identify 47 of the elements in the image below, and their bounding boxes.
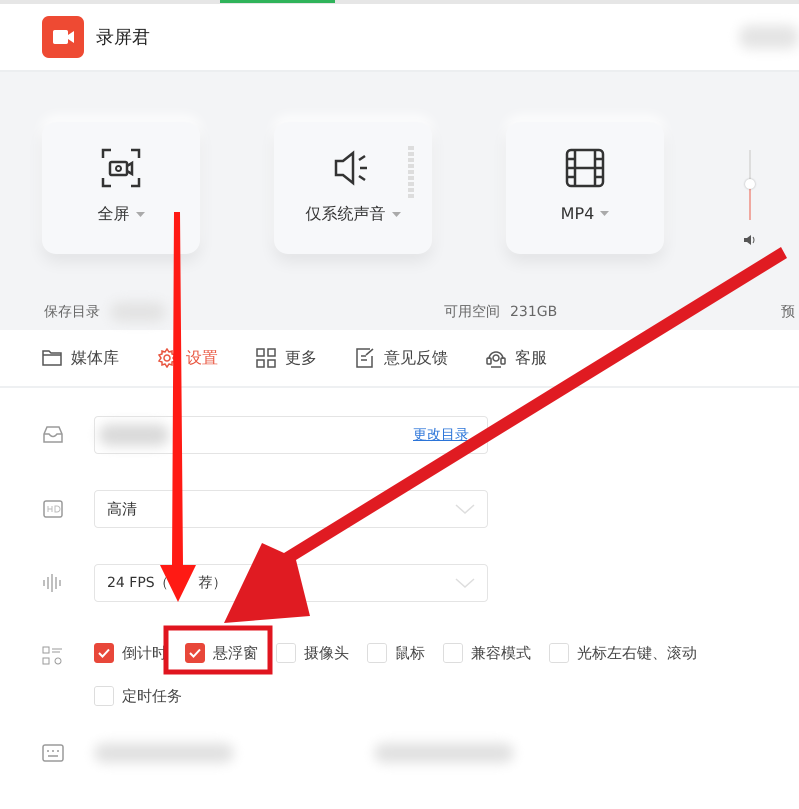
app-logo-icon [42, 16, 84, 58]
chevron-down-icon [455, 504, 475, 514]
directory-field[interactable]: 更改目录 [94, 416, 488, 454]
checkmark-icon [189, 648, 201, 658]
caret-icon [136, 212, 144, 217]
nav-tab[interactable]: 客服 [486, 348, 547, 368]
save-directory-label: 保存目录 [44, 303, 100, 321]
free-space-label: 可用空间 [444, 303, 500, 321]
grid-icon [256, 348, 276, 368]
mode-card[interactable]: 仅系统声音 [274, 122, 432, 254]
film-icon [565, 148, 605, 188]
options-icon [42, 646, 64, 666]
change-directory-link[interactable]: 更改目录 [413, 426, 469, 444]
mode-card[interactable]: 全屏 [42, 122, 200, 254]
mode-label: 仅系统声音 [306, 204, 386, 225]
quality-dropdown[interactable]: 高清 [94, 490, 488, 528]
speaker-icon [743, 234, 757, 246]
checkbox-label: 摄像头 [304, 644, 349, 662]
preset-label: 预 [781, 303, 795, 321]
chevron-down-icon [455, 578, 475, 588]
inbox-icon [42, 426, 64, 444]
checkbox-label: 鼠标 [395, 644, 425, 662]
mode-card[interactable]: MP4 [506, 122, 664, 254]
nav-tab[interactable]: 更多 [256, 348, 317, 368]
waveform-icon [42, 573, 64, 593]
mode-label: 全屏 [98, 204, 130, 225]
caret-icon [392, 212, 400, 217]
free-space-value: 231GB [510, 304, 558, 320]
keyboard-icon [42, 744, 64, 762]
checkbox-label: 光标左右键、滚动 [577, 644, 697, 662]
mode-label: MP4 [560, 204, 594, 223]
checkbox[interactable] [185, 643, 205, 663]
nav-tab[interactable]: 设置 [157, 348, 218, 368]
nav-tab[interactable]: 意见反馈 [355, 348, 448, 368]
note-icon [355, 348, 375, 368]
camera-frame-icon [101, 148, 141, 188]
level-meter-icon [408, 146, 414, 198]
checkbox-label: 兼容模式 [471, 644, 531, 662]
app-title: 录屏君 [96, 26, 150, 49]
hd-icon [42, 500, 64, 518]
caret-icon [600, 211, 610, 216]
checkmark-icon [98, 648, 110, 658]
checkbox-label: 定时任务 [122, 686, 182, 706]
checkbox-label: 悬浮窗 [213, 644, 258, 662]
nav-tab[interactable]: 媒体库 [42, 348, 119, 368]
folder-icon [42, 348, 62, 368]
checkbox[interactable] [94, 643, 114, 663]
